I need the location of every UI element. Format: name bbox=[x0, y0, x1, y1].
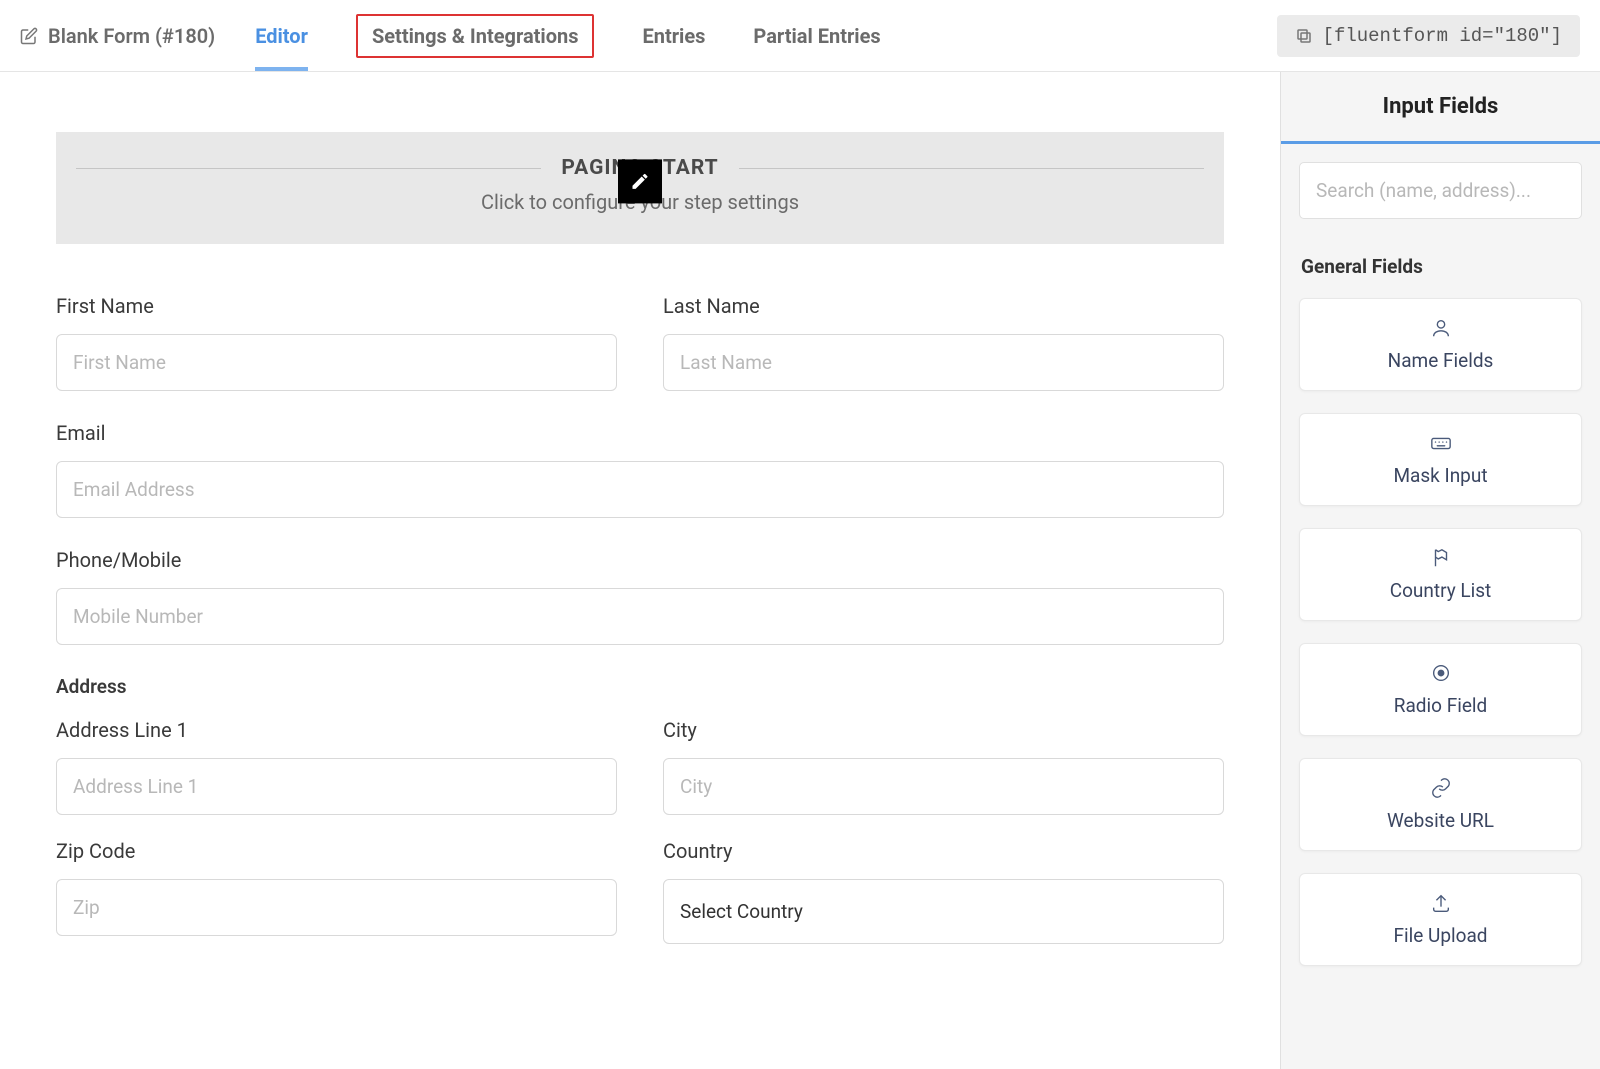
address1-label: Address Line 1 bbox=[56, 718, 617, 742]
search-input[interactable] bbox=[1299, 162, 1582, 219]
field-card-country-list[interactable]: Country List bbox=[1299, 528, 1582, 621]
phone-label: Phone/Mobile bbox=[56, 548, 1224, 572]
zip-input[interactable] bbox=[56, 879, 617, 936]
tab-entries[interactable]: Entries bbox=[642, 0, 705, 71]
link-icon bbox=[1312, 777, 1569, 799]
tab-partial-entries[interactable]: Partial Entries bbox=[753, 0, 880, 71]
phone-input[interactable] bbox=[56, 588, 1224, 645]
copy-icon bbox=[1295, 27, 1313, 45]
flag-icon bbox=[1312, 547, 1569, 569]
email-input[interactable] bbox=[56, 461, 1224, 518]
form-title: Blank Form (#180) bbox=[48, 24, 215, 48]
paging-start-block[interactable]: PAGING START Click to configure your ste… bbox=[56, 132, 1224, 244]
field-card-label: Country List bbox=[1312, 579, 1569, 602]
field-card-name-fields[interactable]: Name Fields bbox=[1299, 298, 1582, 391]
email-label: Email bbox=[56, 421, 1224, 445]
input-fields-sidebar: Input Fields General Fields Name Fields bbox=[1280, 72, 1600, 1069]
shortcode-text: [fluentform id="180"] bbox=[1323, 25, 1562, 47]
field-card-website-url[interactable]: Website URL bbox=[1299, 758, 1582, 851]
divider-left bbox=[76, 168, 541, 169]
first-name-input[interactable] bbox=[56, 334, 617, 391]
field-card-file-upload[interactable]: File Upload bbox=[1299, 873, 1582, 966]
general-fields-title: General Fields bbox=[1281, 237, 1600, 298]
top-navigation: Blank Form (#180) Editor Settings & Inte… bbox=[0, 0, 1600, 72]
address-section-label: Address bbox=[56, 675, 1224, 698]
country-select[interactable]: Select Country bbox=[663, 879, 1224, 944]
field-card-radio-field[interactable]: Radio Field bbox=[1299, 643, 1582, 736]
sidebar-title: Input Fields bbox=[1281, 72, 1600, 144]
pencil-icon bbox=[20, 27, 38, 45]
address1-input[interactable] bbox=[56, 758, 617, 815]
first-name-label: First Name bbox=[56, 294, 617, 318]
upload-icon bbox=[1312, 892, 1569, 914]
form-title-wrap[interactable]: Blank Form (#180) bbox=[20, 24, 215, 48]
field-card-label: Name Fields bbox=[1312, 349, 1569, 372]
user-icon bbox=[1312, 317, 1569, 339]
editor-area: PAGING START Click to configure your ste… bbox=[0, 72, 1280, 1069]
field-card-mask-input[interactable]: Mask Input bbox=[1299, 413, 1582, 506]
city-input[interactable] bbox=[663, 758, 1224, 815]
edit-button[interactable] bbox=[618, 159, 662, 203]
field-card-label: File Upload bbox=[1312, 924, 1569, 947]
tab-editor[interactable]: Editor bbox=[255, 0, 308, 71]
field-card-label: Website URL bbox=[1312, 809, 1569, 832]
last-name-input[interactable] bbox=[663, 334, 1224, 391]
city-label: City bbox=[663, 718, 1224, 742]
zip-label: Zip Code bbox=[56, 839, 617, 863]
shortcode-box[interactable]: [fluentform id="180"] bbox=[1277, 15, 1580, 57]
radio-icon bbox=[1312, 662, 1569, 684]
field-card-label: Mask Input bbox=[1312, 464, 1569, 487]
nav-tabs: Editor Settings & Integrations Entries P… bbox=[255, 0, 880, 71]
divider-right bbox=[739, 168, 1204, 169]
tab-settings-integrations[interactable]: Settings & Integrations bbox=[356, 14, 595, 58]
pencil-fill-icon bbox=[630, 171, 650, 191]
country-label: Country bbox=[663, 839, 1224, 863]
field-card-label: Radio Field bbox=[1312, 694, 1569, 717]
last-name-label: Last Name bbox=[663, 294, 1224, 318]
keyboard-icon bbox=[1312, 432, 1569, 454]
